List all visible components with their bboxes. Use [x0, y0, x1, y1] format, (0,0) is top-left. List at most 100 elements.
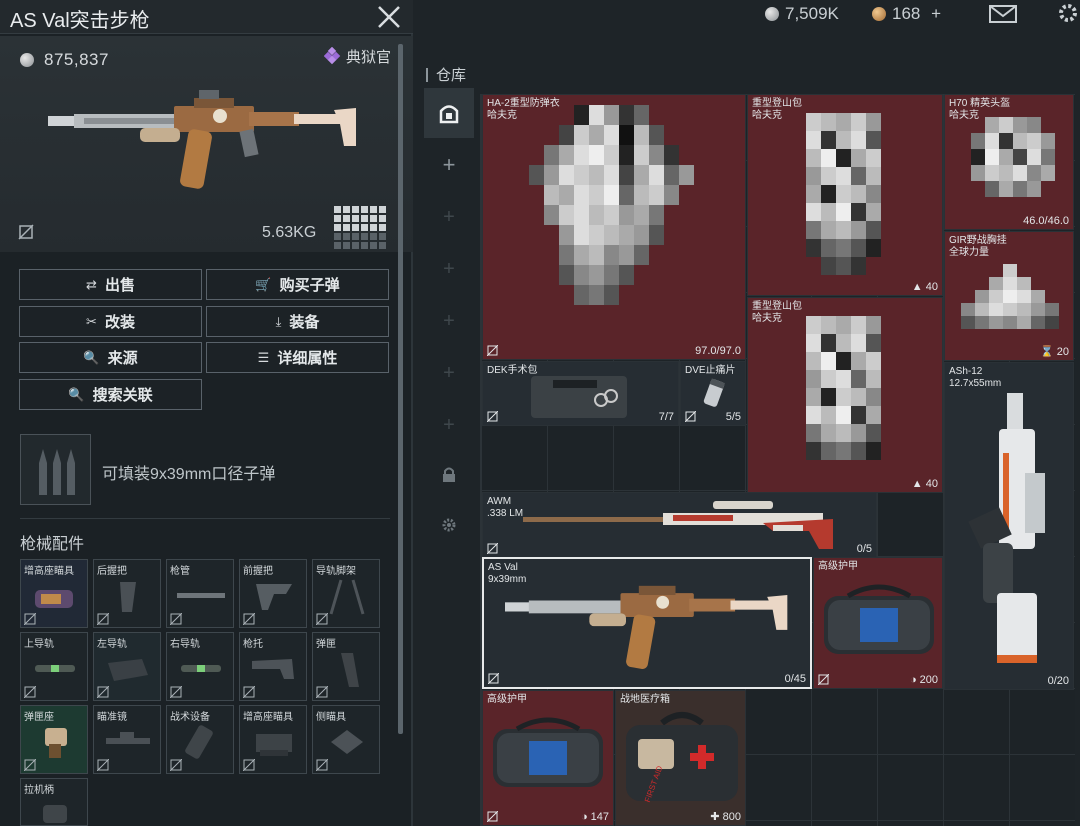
weapon-preview: 875,837 典狱官 5.63KG: [0, 36, 413, 252]
gold-coin-icon: [872, 7, 886, 21]
bullets-icon: [39, 449, 75, 495]
attachment-label: 后握把: [97, 566, 127, 577]
lock-icon: [443, 467, 455, 482]
item-title: AS Val突击步枪: [10, 10, 150, 32]
chest-rig-image: [961, 264, 1059, 329]
storage-item[interactable]: H70 精英头盔 哈夫克 46.0/46.0: [944, 94, 1074, 230]
attachment-slot[interactable]: 左导轨: [93, 632, 161, 701]
silver-currency: 7,509K: [765, 4, 839, 24]
search-icon: 🔍: [68, 386, 85, 402]
storage-item[interactable]: AWM .338 LM 0/5: [482, 492, 877, 558]
rarity-label: 典狱官: [345, 49, 391, 66]
helmet-image: [971, 117, 1055, 197]
rail-cover-icon: [108, 659, 148, 681]
sell-button[interactable]: ⇄ 出售: [19, 269, 202, 300]
tab-settings[interactable]: [424, 500, 474, 550]
search-related-button[interactable]: 🔍 搜索关联: [19, 379, 202, 410]
durability: ◑ 200: [909, 674, 938, 686]
modify-button[interactable]: ✂ 改装: [19, 306, 202, 337]
bipod-icon: [329, 579, 365, 615]
attachments-title: 枪械配件: [20, 536, 85, 553]
plus-icon: +: [443, 361, 455, 384]
close-icon[interactable]: [375, 3, 403, 31]
details-button[interactable]: ☰ 详细属性: [206, 342, 389, 373]
storage-item[interactable]: 重型登山包 哈夫克 ▲ 40: [747, 297, 943, 493]
equip-button[interactable]: ⤓ 装备: [206, 306, 389, 337]
storage-item[interactable]: HA-2重型防弹衣 哈夫克 97.0/97.0: [482, 94, 746, 360]
attachment-slot[interactable]: 枪托: [239, 632, 307, 701]
mail-icon[interactable]: [988, 4, 1018, 24]
detail-header: AS Val突击步枪: [0, 0, 413, 34]
item-name: ASh-12 12.7x55mm: [949, 366, 1002, 389]
tab-locked[interactable]: [424, 450, 474, 500]
attachment-slot[interactable]: 战术设备: [166, 705, 234, 774]
tab-add[interactable]: +: [424, 140, 474, 190]
details-label: 详细属性: [277, 350, 338, 367]
download-icon: ⤓: [275, 313, 282, 329]
no-link-icon: [487, 543, 498, 554]
sell-icon: ⇄: [86, 276, 97, 292]
tab-add[interactable]: +: [424, 400, 474, 450]
rail-icon: [35, 665, 75, 672]
storage-item[interactable]: GIR野战胸挂 全球力量 ⌛ 20: [944, 231, 1074, 361]
no-link-icon: [170, 686, 182, 698]
gold-currency: 168 +: [872, 4, 941, 24]
no-link-icon: [24, 759, 36, 771]
attachment-slot[interactable]: 后握把: [93, 559, 161, 628]
storage-item[interactable]: 战地医疗箱 FIRST AID ✚ 800: [615, 690, 746, 826]
search-related-label: 搜索关联: [92, 387, 153, 404]
no-link-icon: [316, 686, 328, 698]
attachment-label: 增高座瞄具: [24, 566, 74, 577]
scrollbar[interactable]: [398, 44, 403, 734]
item-name: AWM .338 LM: [487, 496, 524, 519]
source-button[interactable]: 🔍 来源: [19, 342, 202, 373]
tab-storage-all[interactable]: [424, 88, 474, 138]
attachment-slot[interactable]: 右导轨: [166, 632, 234, 701]
item-name: 重型登山包 哈夫克: [752, 98, 802, 121]
attachment-slot[interactable]: 增高座瞄具: [20, 559, 88, 628]
storage-item[interactable]: DVE止痛片 5/5: [680, 361, 746, 426]
tab-add[interactable]: +: [424, 244, 474, 294]
settings-gear-icon[interactable]: [1055, 0, 1080, 26]
attachment-slot[interactable]: 弹匣: [312, 632, 380, 701]
tab-add[interactable]: +: [424, 192, 474, 242]
plus-icon: +: [443, 257, 455, 280]
storage-title: 仓库: [426, 64, 466, 85]
attachment-slot[interactable]: 侧瞄具: [312, 705, 380, 774]
attachment-slot[interactable]: 增高座瞄具: [239, 705, 307, 774]
charging-handle-icon: [43, 805, 67, 823]
storage-item[interactable]: 高级护甲 ◑ 147: [482, 690, 614, 826]
storage-item[interactable]: 高级护甲 ◑ 200: [813, 557, 943, 689]
buy-ammo-button[interactable]: 🛒 购买子弹: [206, 269, 389, 300]
item-name: 战地医疗箱: [620, 694, 670, 705]
rarity-diamond-icon: [323, 47, 341, 65]
tab-add[interactable]: +: [424, 348, 474, 398]
no-link-icon: [97, 759, 109, 771]
silver-amount: 7,509K: [785, 4, 839, 23]
storage-item[interactable]: ASh-12 12.7x55mm 0/20: [944, 362, 1074, 690]
ammo-slot[interactable]: [20, 434, 91, 505]
tab-add[interactable]: +: [424, 296, 474, 346]
attachment-slot[interactable]: 前握把: [239, 559, 307, 628]
storage-item[interactable]: 重型登山包 哈夫克 ▲ 40: [747, 94, 943, 296]
stock-icon: [252, 659, 294, 679]
attachment-slot[interactable]: 枪管: [166, 559, 234, 628]
durability: ◑ 147: [580, 811, 609, 823]
armor-bag-image: [493, 717, 603, 787]
no-link-icon: [24, 613, 36, 625]
ammo-count: 0/45: [784, 673, 806, 685]
attachment-slot[interactable]: 弹匣座: [20, 705, 88, 774]
attachment-label: 侧瞄具: [316, 712, 346, 723]
no-link-icon: [243, 759, 255, 771]
attachment-label: 瞄准镜: [97, 712, 127, 723]
add-currency-button[interactable]: +: [931, 4, 941, 23]
storage-item-selected[interactable]: AS Val 9x39mm 0/45: [482, 557, 812, 689]
barrel-icon: [177, 593, 225, 598]
storage-tabs: + + + + + +: [424, 88, 474, 558]
storage-item[interactable]: DEK手术包 7/7: [482, 361, 679, 426]
attachment-slot[interactable]: 上导轨: [20, 632, 88, 701]
ammo-count: 0/5: [856, 543, 872, 555]
attachment-slot[interactable]: 拉机柄: [20, 778, 88, 826]
attachment-slot[interactable]: 瞄准镜: [93, 705, 161, 774]
attachment-slot[interactable]: 导轨脚架: [312, 559, 380, 628]
